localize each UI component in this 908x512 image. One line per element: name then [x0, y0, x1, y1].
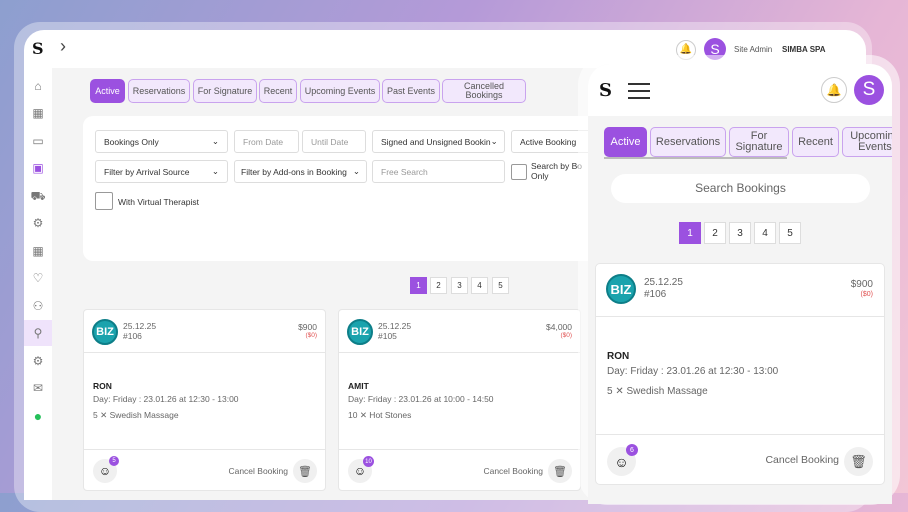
therapist-count-badge: 5 — [109, 456, 119, 466]
business-name: SIMBA SPA — [782, 45, 826, 54]
therapist-count-badge: 10 — [363, 456, 374, 467]
whatsapp-icon[interactable]: ● — [30, 408, 46, 424]
heart-pulse-icon[interactable]: ♡ — [30, 270, 46, 286]
booking-price: $900 — [850, 279, 873, 290]
tab-reservations[interactable]: Reservations — [128, 79, 190, 103]
chevron-down-icon: ⌄ — [211, 166, 219, 176]
page-1[interactable]: 1 — [679, 222, 701, 244]
client-name: RON — [93, 381, 112, 391]
booking-type-select[interactable]: Bookings Only ⌄ — [95, 130, 228, 153]
free-search-input[interactable]: Free Search — [372, 160, 505, 183]
booking-price: $4,000 — [546, 322, 572, 332]
search-bookings-icon[interactable]: ⚲ — [30, 325, 46, 341]
trash-icon[interactable]: 🗑 — [293, 459, 317, 483]
page-5[interactable]: 5 — [779, 222, 801, 244]
cancel-booking-button[interactable]: Cancel Booking — [483, 466, 543, 476]
avatar[interactable]: S — [854, 75, 884, 105]
chevron-right-icon[interactable]: › — [60, 36, 66, 57]
booking-id: #106 — [123, 331, 142, 341]
tab-past-events[interactable]: Past Events — [382, 79, 440, 103]
settings-icon[interactable]: ⚙ — [30, 353, 46, 369]
tab-upcoming-events[interactable]: Upcoming Events — [842, 127, 892, 157]
calendar-icon[interactable]: ▦ — [30, 243, 46, 259]
booking-id: #105 — [378, 331, 397, 341]
cancel-booking-button[interactable]: Cancel Booking — [765, 454, 839, 466]
from-date-input[interactable]: From Date — [234, 130, 299, 153]
gear-icon[interactable]: ⚙ — [30, 215, 46, 231]
booking-date: 25.12.25 — [378, 321, 412, 331]
tab-active[interactable]: Active — [604, 127, 647, 157]
booking-date: 25.12.25 — [123, 321, 157, 331]
booking-time: Day: Friday : 23.01.26 at 10:00 - 14:50 — [348, 394, 494, 404]
booking-date: 25.12.25 — [644, 277, 683, 288]
chevron-down-icon: ⌄ — [211, 136, 219, 146]
logo: S — [32, 39, 44, 58]
bell-icon[interactable]: 🔔 — [821, 77, 847, 103]
team-icon[interactable]: ⚇ — [30, 298, 46, 314]
booking-service: 10 ✕ Hot Stones — [348, 410, 412, 420]
user-role: Site Admin — [734, 45, 773, 54]
tab-for-signature[interactable]: For Signature — [729, 127, 789, 157]
tab-recent[interactable]: Recent — [259, 79, 297, 103]
booking-due: ($0) — [860, 291, 873, 298]
booking-time: Day: Friday : 23.01.26 at 12:30 - 13:00 — [93, 394, 239, 404]
tab-upcoming-events[interactable]: Upcoming Events — [300, 79, 380, 103]
trash-icon[interactable]: 🗑 — [844, 447, 873, 476]
tab-reservations[interactable]: Reservations — [650, 127, 726, 157]
page-2[interactable]: 2 — [430, 277, 447, 294]
chevron-down-icon: ⌄ — [352, 166, 360, 176]
booking-service: 5 ✕ Swedish Massage — [607, 386, 708, 397]
page-4[interactable]: 4 — [754, 222, 776, 244]
home-icon[interactable]: ⌂ — [30, 78, 46, 94]
page-3[interactable]: 3 — [729, 222, 751, 244]
booking-due: ($0) — [560, 332, 572, 339]
cancel-booking-button[interactable]: Cancel Booking — [228, 466, 288, 476]
contact-card-icon[interactable]: ▭ — [30, 133, 46, 149]
booking-card[interactable]: BIZ 25.12.25 #106 $900 ($0) RON Day: Fri… — [595, 263, 885, 485]
booking-time: Day: Friday : 23.01.26 at 12:30 - 13:00 — [607, 366, 779, 377]
logo: S — [599, 80, 612, 101]
virtual-therapist-checkbox[interactable] — [95, 192, 113, 210]
mobile-screen: S 🔔 S Active Reservations For Signature … — [588, 64, 892, 504]
tickets-icon[interactable]: ▣ — [30, 160, 46, 176]
truck-icon[interactable]: ⛟ — [30, 188, 46, 204]
feedback-icon[interactable]: ✉ — [30, 380, 46, 396]
page-1[interactable]: 1 — [410, 277, 427, 294]
search-by-checkbox[interactable] — [511, 164, 527, 180]
page-5[interactable]: 5 — [492, 277, 509, 294]
tab-for-signature[interactable]: For Signature — [193, 79, 257, 103]
client-name: RON — [607, 351, 630, 362]
grid-icon[interactable]: ▦ — [30, 105, 46, 121]
chevron-down-icon: ⌄ — [490, 136, 498, 146]
tab-recent[interactable]: Recent — [792, 127, 839, 157]
booking-card[interactable]: BIZ 25.12.25 #106 $900 ($0) RON Day: Fri… — [83, 309, 326, 491]
tab-active[interactable]: Active — [90, 79, 125, 103]
biz-badge: BIZ — [347, 319, 373, 345]
search-bookings-input[interactable]: Search Bookings — [611, 174, 870, 203]
until-date-input[interactable]: Until Date — [302, 130, 366, 153]
biz-badge: BIZ — [92, 319, 118, 345]
signed-filter-select[interactable]: Signed and Unsigned Bookin ⌄ — [372, 130, 505, 153]
booking-due: ($0) — [305, 332, 317, 339]
addons-select[interactable]: Filter by Add-ons in Booking ⌄ — [234, 160, 367, 183]
booking-service: 5 ✕ Swedish Massage — [93, 410, 179, 420]
page-2[interactable]: 2 — [704, 222, 726, 244]
page-3[interactable]: 3 — [451, 277, 468, 294]
therapist-count-badge: 6 — [626, 444, 638, 456]
booking-price: $900 — [298, 322, 317, 332]
trash-icon[interactable]: 🗑 — [548, 459, 572, 483]
tab-cancelled-bookings[interactable]: Cancelled Bookings — [442, 79, 526, 103]
booking-card[interactable]: BIZ 25.12.25 #105 $4,000 ($0) AMIT Day: … — [338, 309, 581, 491]
filter-panel: Bookings Only ⌄ From Date Until Date Sign… — [83, 116, 611, 261]
biz-badge: BIZ — [606, 274, 636, 304]
page-4[interactable]: 4 — [471, 277, 488, 294]
hamburger-menu-icon[interactable] — [628, 83, 650, 99]
booking-id: #106 — [644, 289, 667, 300]
virtual-therapist-label: With Virtual Therapist — [118, 197, 199, 207]
sidebar: ⌂ ▦ ▭ ▣ ⛟ ⚙ ▦ ♡ ⚇ ⚲ ⚙ ✉ ● — [24, 68, 52, 500]
client-name: AMIT — [348, 381, 369, 391]
arrival-source-select[interactable]: Filter by Arrival Source ⌄ — [95, 160, 228, 183]
